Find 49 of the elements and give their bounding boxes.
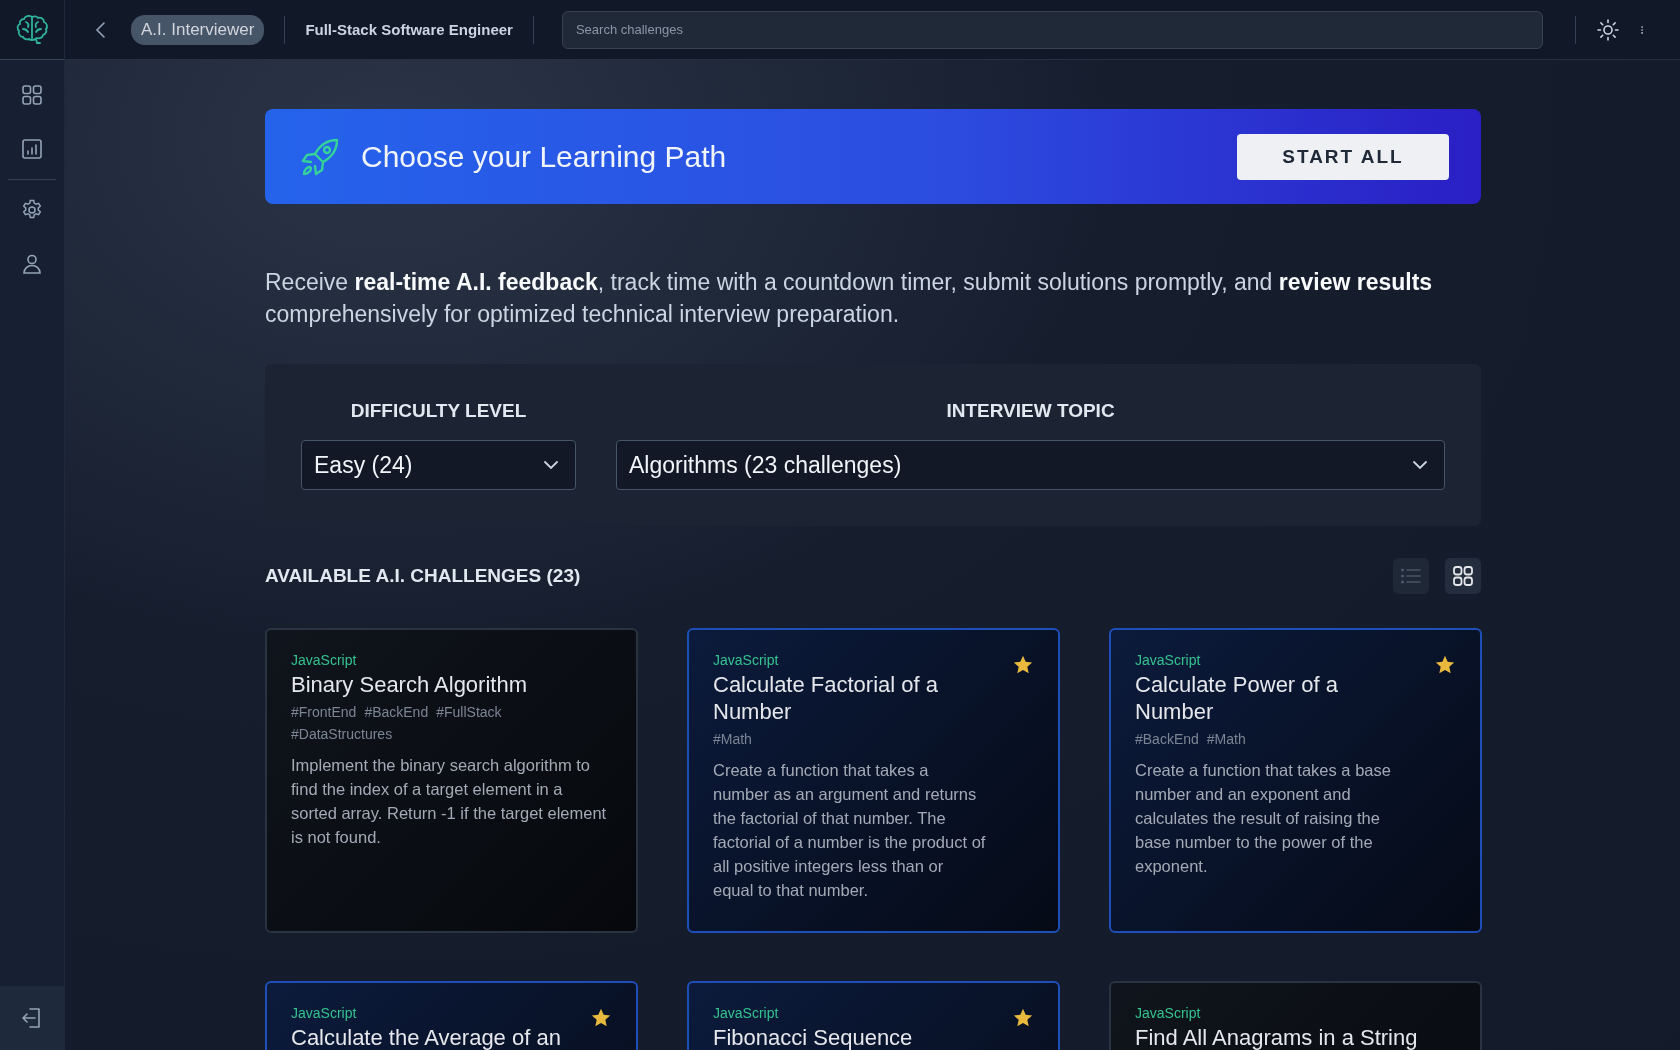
tag-label: #Math [713, 730, 752, 749]
dropdown-field[interactable]: Easy (24) [301, 440, 576, 490]
tag-label: #BackEnd [1135, 730, 1199, 749]
language-label: JavaScript [1135, 1005, 1201, 1021]
challenge-card[interactable] [265, 628, 638, 933]
card-description: Create a function that takes a number as an argument and returns the factorial of that number. The factorial of a number is the product of all positive integers less than or equal to that number. [713, 760, 987, 901]
card-description: Implement the binary search algorithm to find the index of a target element in a sorted array. Return -1 if the target element is not found. [291, 755, 608, 848]
card-title: Binary Search Algorithm [291, 671, 528, 698]
challenge-card[interactable]: JavaScript Calculate the Average of an [265, 981, 638, 1050]
sun-icon[interactable] [1596, 17, 1620, 42]
bar-chart-icon[interactable] [20, 137, 44, 161]
star-icon[interactable] [1434, 654, 1456, 676]
intro-paragraph: Receive real-time A.I. feedback, track time with a countdown timer, submit solutions promptly, and review results comprehensively for optimized technical interview preparation. [265, 268, 1434, 329]
language-label: JavaScript [291, 1005, 357, 1021]
filter-label: DIFFICULTY LEVEL [350, 400, 527, 422]
tag-label: #FullStack [436, 703, 502, 722]
start-all-button[interactable]: START ALL [1237, 133, 1449, 180]
challenge-card[interactable]: JavaScript Calculate Power of a Number #BackEnd #Math Create a function that takes a base number and an exponent and calculates the result of raising the base number to the power of the exponent. [1109, 628, 1482, 933]
tag-label: #DataStructures [291, 725, 393, 744]
card-title: Calculate Power of a Number [1135, 671, 1339, 725]
section-heading: AVAILABLE A.I. CHALLENGES (23) [265, 565, 581, 587]
card-title: Fibonacci Sequence [713, 1024, 914, 1050]
grid-icon [1451, 564, 1475, 588]
language-label: JavaScript [291, 652, 357, 668]
filter-label: INTERVIEW TOPIC [946, 400, 1115, 422]
language-label: JavaScript [1135, 652, 1201, 668]
star-icon[interactable] [590, 1007, 612, 1029]
challenge-card[interactable]: JavaScript Fibonacci Sequence [687, 981, 1060, 1050]
tag-label: #BackEnd [364, 703, 429, 722]
dropdown-field[interactable]: Algorithms (23 challenges) [616, 440, 1445, 490]
challenge-card[interactable] [687, 628, 1060, 933]
grid-view-button[interactable] [1445, 558, 1481, 594]
profile-icon[interactable] [20, 252, 44, 276]
card-title: Calculate the Average of an [291, 1024, 562, 1050]
star-icon[interactable] [1012, 654, 1034, 676]
dashboard-icon[interactable] [20, 83, 44, 107]
role-title: Full-Stack Software Engineer [305, 21, 513, 38]
card-title: Calculate Factorial of a Number [713, 671, 939, 725]
language-label: JavaScript [713, 652, 779, 668]
star-icon[interactable] [1012, 1007, 1034, 1029]
app-badge: A.I. Interviewer [131, 14, 265, 45]
challenge-card[interactable]: JavaScript Find All Anagrams in a String [1109, 981, 1482, 1050]
tag-label: #Math [1206, 730, 1246, 749]
banner-title: Choose your Learning Path [361, 139, 728, 174]
card-title: Find All Anagrams in a String [1135, 1024, 1419, 1050]
language-label: JavaScript [713, 1005, 779, 1021]
card-description: Create a function that takes a base number and an exponent and calculates the result of raising the base number to the power of the exponent. [1135, 760, 1392, 877]
tag-label: #FrontEnd [291, 703, 357, 722]
search-field[interactable]: Search challenges [561, 10, 1543, 49]
